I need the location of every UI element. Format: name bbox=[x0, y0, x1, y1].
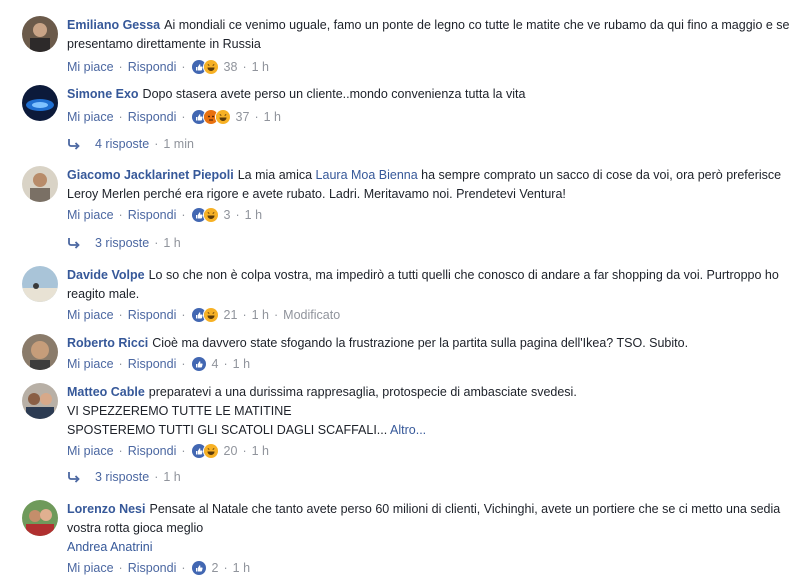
avatar[interactable] bbox=[22, 334, 58, 370]
edited-label[interactable]: Modificato bbox=[283, 305, 340, 325]
timestamp[interactable]: 1 h bbox=[252, 57, 269, 77]
timestamp[interactable]: 1 h bbox=[264, 107, 281, 127]
comment-text: Giacomo Jacklarinet Piepoli La mia amica … bbox=[67, 168, 782, 201]
like-button[interactable]: Mi piace bbox=[67, 107, 114, 127]
like-button[interactable]: Mi piace bbox=[67, 354, 114, 374]
replies-link[interactable]: 3 risposte · 1 h bbox=[67, 467, 181, 487]
reactions-summary[interactable] bbox=[190, 207, 219, 223]
comment-author[interactable]: Davide Volpe bbox=[67, 268, 145, 282]
like-button[interactable]: Mi piace bbox=[67, 57, 114, 77]
haha-icon bbox=[202, 207, 219, 223]
reactions-summary[interactable] bbox=[190, 560, 207, 576]
haha-icon bbox=[202, 59, 219, 75]
comment-text: Simone Exo Dopo stasera avete perso un cl… bbox=[67, 87, 526, 101]
reply-button[interactable]: Rispondi bbox=[128, 354, 177, 374]
reply-button[interactable]: Rispondi bbox=[128, 205, 177, 225]
reaction-count: 2 bbox=[211, 561, 219, 575]
timestamp[interactable]: 1 h bbox=[252, 441, 269, 461]
reply-button[interactable]: Rispondi bbox=[128, 107, 177, 127]
reaction-count: 21 bbox=[223, 308, 238, 322]
haha-icon bbox=[214, 109, 231, 125]
comment-actions: Mi piace · Rispondi · 38 · 1 h bbox=[67, 57, 792, 77]
comment-text-line: SPOSTEREMO TUTTI GLI SCATOLI DAGLI SCAFF… bbox=[67, 423, 427, 437]
comment-text: Lorenzo Nesi Pensate al Natale che tanto … bbox=[67, 502, 781, 535]
reply-arrow-icon bbox=[68, 472, 80, 483]
reply-arrow-icon bbox=[68, 139, 80, 150]
comment-actions: Mi piace · Rispondi · 3 · 1 h bbox=[67, 205, 792, 225]
comment-text: Matteo Cable preparatevi a una durissima … bbox=[67, 385, 577, 399]
reply-button[interactable]: Rispondi bbox=[128, 305, 177, 325]
comment-actions: Mi piace · Rispondi · 2 · 1 h bbox=[67, 558, 792, 578]
comment-text-line: VI SPEZZEREMO TUTTE LE MATITINE bbox=[67, 404, 292, 418]
tagged-user-link[interactable]: Andrea Anatrini bbox=[67, 538, 792, 557]
like-button[interactable]: Mi piace bbox=[67, 205, 114, 225]
comment-text: Davide Volpe Lo so che non è colpa vostra… bbox=[67, 268, 779, 301]
comment-text: Emiliano Gessa Ai mondiali ce venimo ugua… bbox=[67, 18, 790, 51]
reactions-summary[interactable] bbox=[190, 443, 219, 459]
reactions-summary[interactable] bbox=[190, 356, 207, 372]
comment-author[interactable]: Roberto Ricci bbox=[67, 336, 148, 350]
haha-icon bbox=[202, 443, 219, 459]
avatar[interactable] bbox=[22, 16, 58, 52]
comment-actions: Mi piace · Rispondi · 4 · 1 h bbox=[67, 354, 792, 374]
comment-author[interactable]: Giacomo Jacklarinet Piepoli bbox=[67, 168, 234, 182]
reaction-count: 37 bbox=[235, 110, 250, 124]
avatar[interactable] bbox=[22, 166, 58, 202]
like-button[interactable]: Mi piace bbox=[67, 441, 114, 461]
reaction-count: 38 bbox=[223, 60, 238, 74]
reaction-count: 3 bbox=[223, 208, 231, 222]
like-icon bbox=[190, 356, 207, 372]
reactions-summary[interactable] bbox=[190, 109, 231, 125]
like-button[interactable]: Mi piace bbox=[67, 558, 114, 578]
like-icon bbox=[190, 560, 207, 576]
reactions-summary[interactable] bbox=[190, 307, 219, 323]
comment-text: Roberto Ricci Cioè ma davvero state sfoga… bbox=[67, 336, 689, 350]
reactions-summary[interactable] bbox=[190, 59, 219, 75]
comment-author[interactable]: Simone Exo bbox=[67, 87, 139, 101]
reply-button[interactable]: Rispondi bbox=[128, 57, 177, 77]
reply-button[interactable]: Rispondi bbox=[128, 441, 177, 461]
avatar[interactable] bbox=[22, 500, 58, 536]
comment-actions: Mi piace · Rispondi · 37 · 1 h bbox=[67, 107, 792, 127]
haha-icon bbox=[202, 307, 219, 323]
comment-actions: Mi piace · Rispondi · 21 · 1 h · Modific… bbox=[67, 305, 792, 325]
replies-link[interactable]: 3 risposte · 1 h bbox=[67, 233, 181, 253]
like-button[interactable]: Mi piace bbox=[67, 305, 114, 325]
timestamp[interactable]: 1 h bbox=[233, 558, 250, 578]
timestamp[interactable]: 1 h bbox=[252, 305, 269, 325]
reply-arrow-icon bbox=[68, 238, 80, 249]
avatar[interactable] bbox=[22, 383, 58, 419]
comment-author[interactable]: Matteo Cable bbox=[67, 385, 145, 399]
see-more-link[interactable]: Altro... bbox=[390, 423, 426, 437]
comment-author[interactable]: Emiliano Gessa bbox=[67, 18, 160, 32]
reaction-count: 4 bbox=[211, 357, 219, 371]
comment-actions: Mi piace · Rispondi · 20 · 1 h bbox=[67, 441, 792, 461]
replies-link[interactable]: 4 risposte · 1 min bbox=[67, 134, 194, 154]
timestamp[interactable]: 1 h bbox=[233, 354, 250, 374]
comment-author[interactable]: Lorenzo Nesi bbox=[67, 502, 146, 516]
reaction-count: 20 bbox=[223, 444, 238, 458]
reply-button[interactable]: Rispondi bbox=[128, 558, 177, 578]
avatar[interactable] bbox=[22, 266, 58, 302]
mention-link[interactable]: Laura Moa Bienna bbox=[316, 168, 418, 182]
avatar[interactable] bbox=[22, 85, 58, 121]
timestamp[interactable]: 1 h bbox=[245, 205, 262, 225]
